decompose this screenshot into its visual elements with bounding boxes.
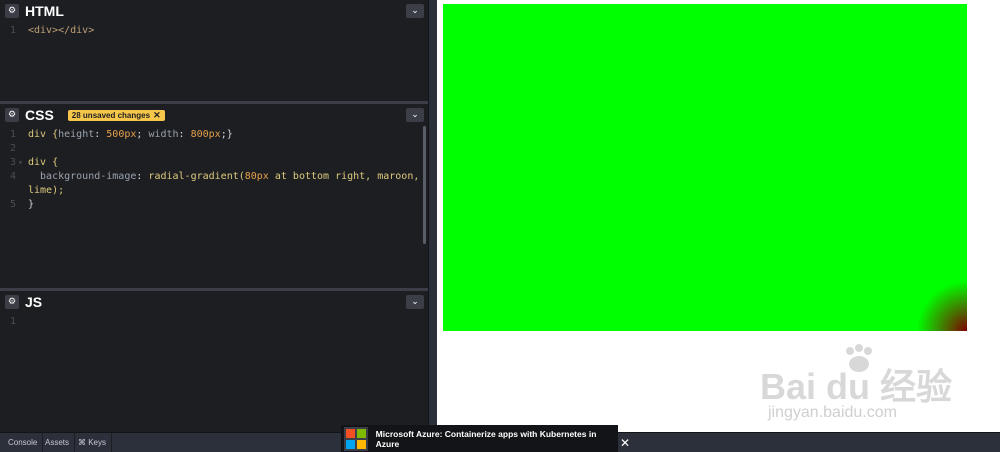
code-token: 500px	[106, 129, 137, 140]
assets-button[interactable]: Assets	[40, 433, 76, 452]
js-code-editor[interactable]: 1	[0, 315, 428, 329]
line-number: 2	[9, 143, 16, 154]
line-number: 5	[9, 199, 16, 210]
css-code-editor[interactable]: 1 div {height: 500px; width: 800px;} 2 3 ▾ di…	[0, 128, 428, 212]
code-token: :	[94, 129, 107, 140]
fold-arrow-icon[interactable]: ▾	[18, 156, 23, 170]
line-number: 3	[9, 157, 16, 168]
gear-icon[interactable]: ⚙	[5, 295, 19, 309]
keys-button[interactable]: ⌘ Keys	[73, 433, 113, 452]
html-code-editor[interactable]: 1 <div></div>	[0, 24, 428, 38]
code-text: div {	[28, 156, 58, 170]
code-line[interactable]: 5}	[0, 198, 428, 212]
chevron-down-icon[interactable]: ⌄	[406, 295, 424, 309]
line-number: 4	[9, 171, 16, 182]
chevron-down-icon[interactable]: ⌄	[406, 108, 424, 122]
chevron-down-icon[interactable]: ⌄	[406, 4, 424, 18]
paw-icon	[846, 344, 872, 372]
preview-div	[443, 4, 967, 331]
code-token: <div></div>	[28, 25, 95, 36]
microsoft-logo-icon	[344, 426, 368, 451]
code-line[interactable]: 1	[0, 315, 428, 329]
css-pane-header: ⚙ CSS 28 unsaved changes ✕ ⌄	[0, 104, 428, 126]
unsaved-changes-label: 28 unsaved changes	[71, 110, 151, 120]
code-text: <div></div>	[28, 24, 94, 38]
code-line[interactable]: 1 <div></div>	[0, 24, 428, 38]
baidu-watermark: Bai du 经验 jingyan.baidu.com	[760, 344, 960, 428]
css-pane: ⚙ CSS 28 unsaved changes ✕ ⌄ 1 div {heigh…	[0, 104, 428, 288]
js-pane: ⚙ JS ⌄ 1	[0, 291, 428, 432]
code-token: 80px	[244, 171, 269, 182]
ad-close-icon[interactable]: ✕	[620, 436, 630, 450]
gear-icon[interactable]: ⚙	[5, 4, 19, 18]
code-token: lime);	[28, 185, 65, 196]
code-line[interactable]: 4 background-image: radial-gradient(80px…	[0, 170, 428, 184]
css-scrollbar[interactable]	[423, 126, 426, 244]
code-token: :	[136, 171, 149, 182]
code-line[interactable]: 3 ▾ div {	[0, 156, 428, 170]
code-token: ;	[136, 129, 149, 140]
js-pane-title: JS	[25, 294, 43, 310]
code-text: }	[28, 198, 34, 212]
code-token: div {	[28, 129, 59, 140]
code-token: :	[178, 129, 191, 140]
watermark-url: jingyan.baidu.com	[768, 404, 897, 421]
code-token: height	[58, 129, 95, 140]
html-pane: ⚙ HTML ⌄ 1 <div></div>	[0, 0, 428, 101]
code-token: 800px	[190, 129, 221, 140]
code-token: background-image	[28, 171, 137, 182]
js-pane-header: ⚙ JS ⌄	[0, 291, 428, 313]
unsaved-changes-badge[interactable]: 28 unsaved changes ✕	[67, 109, 165, 121]
line-number: 1	[9, 129, 16, 140]
line-number: 1	[9, 25, 16, 36]
logo-square	[356, 439, 366, 449]
html-pane-header: ⚙ HTML ⌄	[0, 0, 428, 22]
editor-panel: ⚙ HTML ⌄ 1 <div></div> ⚙ CSS 28 unsaved c…	[0, 0, 428, 432]
code-text: lime);	[28, 184, 64, 198]
editor-preview-splitter[interactable]	[428, 0, 437, 432]
ad-text[interactable]: Microsoft Azure: Containerize apps with …	[376, 429, 618, 449]
logo-square	[346, 439, 355, 449]
code-token: }	[28, 199, 35, 210]
ad-banner[interactable]: Microsoft Azure: Containerize apps with …	[341, 425, 618, 452]
close-icon[interactable]: ✕	[153, 110, 161, 121]
code-token: ;}	[220, 129, 233, 140]
code-text: background-image: radial-gradient(80px a…	[28, 170, 419, 184]
code-token: width	[148, 129, 179, 140]
css-pane-title: CSS	[25, 107, 54, 123]
gear-icon[interactable]: ⚙	[5, 108, 19, 122]
logo-square	[356, 428, 366, 438]
code-token: radial-gradient(	[148, 171, 245, 182]
code-line[interactable]: 1 div {height: 500px; width: 800px;}	[0, 128, 428, 142]
html-pane-title: HTML	[25, 3, 64, 19]
code-token: at bottom right, maroon,	[268, 171, 420, 182]
code-line[interactable]: lime);	[0, 184, 428, 198]
code-text: div {height: 500px; width: 800px;}	[28, 128, 233, 142]
line-number: 1	[9, 316, 16, 327]
logo-square	[346, 428, 355, 438]
code-token: div {	[28, 157, 59, 168]
console-button[interactable]: Console	[3, 433, 44, 452]
code-line[interactable]: 2	[0, 142, 428, 156]
